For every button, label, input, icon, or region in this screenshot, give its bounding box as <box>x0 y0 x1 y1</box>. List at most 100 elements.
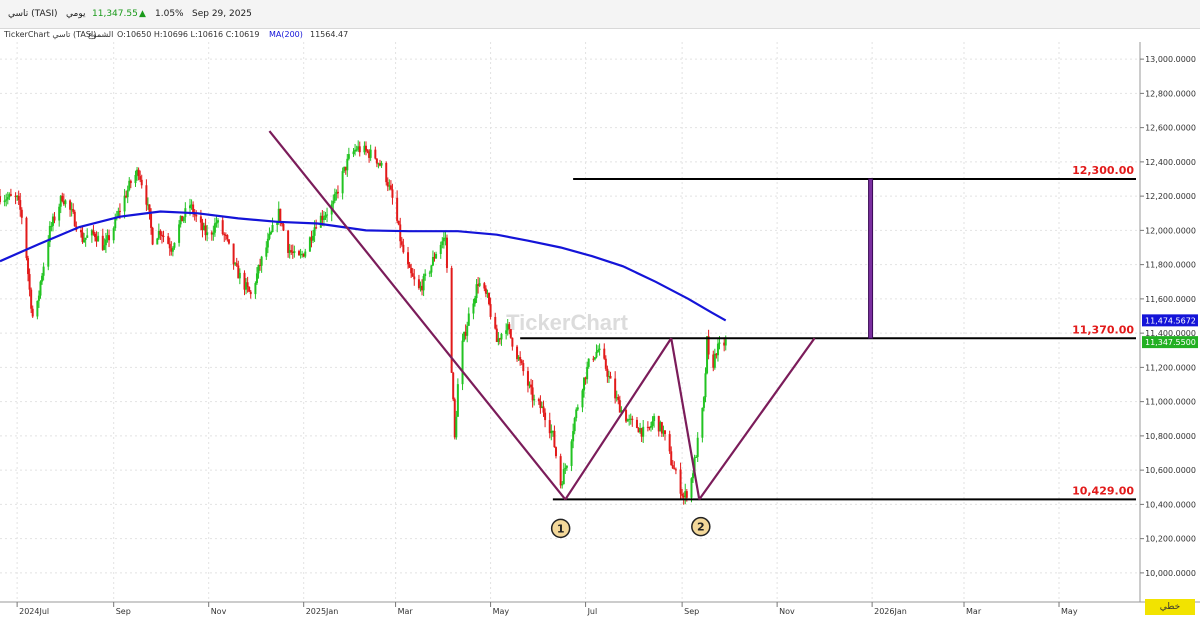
candle-down <box>282 223 285 231</box>
candle-up <box>83 239 86 243</box>
candle-up <box>704 373 707 398</box>
candle-up <box>422 276 425 291</box>
candle-down <box>530 384 533 388</box>
candle-down <box>151 227 154 245</box>
candle-up <box>653 416 656 422</box>
candle-up <box>583 377 586 391</box>
candle-down <box>94 233 96 238</box>
candle-down <box>249 291 252 295</box>
x-tick-label: 2026Jan <box>874 607 907 616</box>
candle-up <box>5 199 8 201</box>
candle-down <box>137 169 140 177</box>
candle-down <box>366 150 369 152</box>
candle-down <box>522 363 525 372</box>
candle-down <box>226 235 229 240</box>
marker-label: 2 <box>697 521 705 534</box>
candle-up <box>713 353 716 368</box>
candle-up <box>598 348 601 351</box>
candle-up <box>573 418 576 432</box>
candle-up <box>212 232 215 235</box>
y-tick-label: 12,800.0000 <box>1145 89 1196 98</box>
candle-down <box>508 324 511 330</box>
chart-mode-badge[interactable]: خطي <box>1145 599 1195 615</box>
candle-up <box>171 247 174 252</box>
ma200-line <box>0 210 727 322</box>
candle-down <box>20 209 23 218</box>
pattern-line <box>698 337 816 501</box>
pattern-markers: 12 <box>550 516 711 539</box>
candle-up <box>478 283 481 286</box>
candle-up <box>217 220 220 223</box>
candle-up <box>156 238 159 245</box>
candle-up <box>380 162 383 166</box>
candle-down <box>336 191 339 194</box>
candle-down <box>235 263 238 266</box>
candle-up <box>189 205 191 209</box>
candle-up <box>36 300 39 317</box>
candle-down <box>358 146 361 153</box>
candle-down <box>397 220 400 225</box>
x-tick-label: Nov <box>779 607 795 616</box>
candle-up <box>533 399 536 401</box>
candle-down <box>614 378 617 399</box>
y-tick-label: 12,600.0000 <box>1145 124 1196 133</box>
candle-down <box>408 264 411 268</box>
candle-up <box>326 214 329 216</box>
candle-up <box>474 298 476 304</box>
candle-down <box>631 418 634 420</box>
level-label: 11,370.00 <box>1072 323 1134 336</box>
candle-down <box>520 360 523 364</box>
candle-down <box>673 468 676 470</box>
candle-up <box>276 222 279 226</box>
candle-down <box>526 371 529 386</box>
candle-up <box>37 295 40 301</box>
candle-up <box>324 215 327 218</box>
candle-down <box>9 194 12 196</box>
candle-up <box>565 465 568 468</box>
candle-up <box>64 200 67 205</box>
candle-up <box>575 409 578 419</box>
x-tick-label: Nov <box>211 607 227 616</box>
price-chart[interactable]: TickerChart 12,300.0011,370.0010,429.00 … <box>0 0 1200 619</box>
candle-up <box>716 343 719 356</box>
candle-down <box>635 419 638 428</box>
x-tick-label: 2025Jan <box>306 607 339 616</box>
x-tick-label: 2024Jul <box>19 607 49 616</box>
candle-down <box>554 447 557 457</box>
candle-down <box>542 406 545 413</box>
candle-up <box>182 217 185 222</box>
candle-up <box>441 241 444 245</box>
candle-down <box>199 216 202 223</box>
watermark: TickerChart <box>506 310 629 335</box>
candle-down <box>145 185 148 205</box>
x-axis[interactable]: 2024Jul Sep Nov 2025Jan Mar May Jul Sep Nov 2026J… <box>16 602 1078 616</box>
candle-up <box>439 244 442 254</box>
candle-down <box>17 195 20 201</box>
candle-down <box>670 451 673 466</box>
candle-up <box>695 456 698 458</box>
candle-down <box>375 158 378 164</box>
candle-up <box>428 272 431 274</box>
candle-up <box>570 441 573 466</box>
candle-down <box>248 286 251 292</box>
candle-down <box>129 180 132 184</box>
y-tick-label: 13,000.0000 <box>1145 55 1196 64</box>
candle-down <box>27 258 30 275</box>
candle-down <box>664 430 666 435</box>
candle-up <box>304 251 307 257</box>
candle-down <box>168 243 171 249</box>
candle-up <box>718 342 721 344</box>
candle-up <box>472 303 475 314</box>
candle-down <box>30 289 33 309</box>
candle-up <box>466 325 469 336</box>
candle-down <box>488 293 491 305</box>
candle-up <box>260 256 263 266</box>
candle-up <box>268 234 271 239</box>
candle-down <box>160 234 163 236</box>
candle-down <box>604 358 607 369</box>
y-tick-label: 12,200.0000 <box>1145 192 1196 201</box>
target-bar <box>868 178 874 339</box>
candle-down <box>31 308 34 317</box>
candle-down <box>679 469 682 494</box>
candle-down <box>553 430 556 448</box>
